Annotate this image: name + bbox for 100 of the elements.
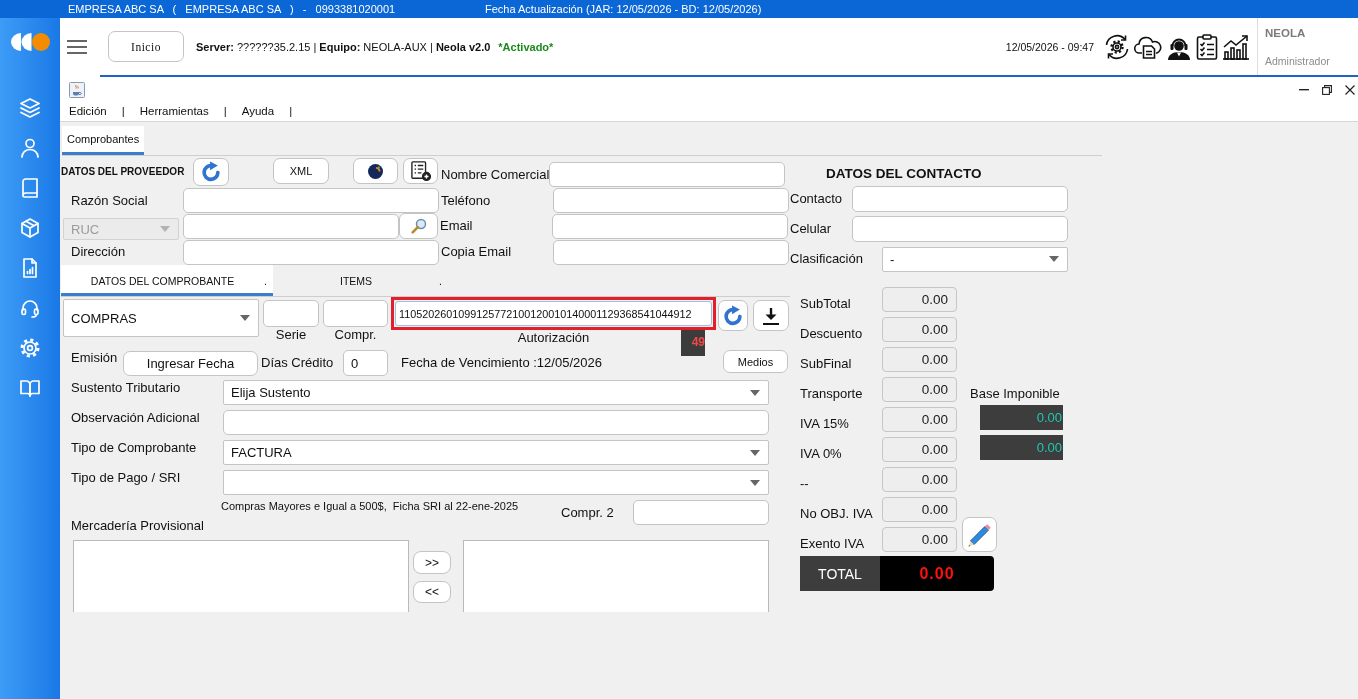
menu-item[interactable]: Edición xyxy=(69,104,107,117)
date-time: 12/05/2026 - 09:47 xyxy=(1005,40,1094,53)
book-icon[interactable] xyxy=(20,178,40,198)
field-label: Clasificación xyxy=(790,251,864,267)
amount-label: SubFinal xyxy=(800,356,853,372)
layers-icon[interactable] xyxy=(20,98,40,118)
amount-label: SubTotal xyxy=(800,296,852,312)
dropdown[interactable]: Elija Sustento xyxy=(223,380,769,405)
copy-email-field[interactable] xyxy=(553,239,789,265)
open-book-icon[interactable] xyxy=(20,378,40,398)
caret-icon xyxy=(1049,256,1059,262)
minimize-icon[interactable] xyxy=(1299,89,1309,91)
cube-icon[interactable] xyxy=(20,218,40,238)
menu-separator: | xyxy=(121,104,125,117)
media-button[interactable]: Medios xyxy=(723,350,788,373)
field-label: Teléfono xyxy=(441,192,492,209)
home-button[interactable]: Inicio xyxy=(108,31,184,62)
logo xyxy=(10,33,50,51)
tab[interactable]: ITEMS . xyxy=(273,265,448,296)
amount-field: 0.00 xyxy=(882,377,957,402)
refresh-icon xyxy=(722,304,744,327)
email-field[interactable] xyxy=(552,213,788,239)
list-add-button[interactable] xyxy=(403,158,438,184)
cloud-document-icon[interactable] xyxy=(1134,34,1162,59)
report-icon[interactable] xyxy=(20,258,40,278)
caret-icon xyxy=(750,389,760,396)
orb-button[interactable] xyxy=(353,158,398,184)
text-field[interactable] xyxy=(223,410,769,435)
edit-button[interactable] xyxy=(962,517,997,552)
amount-label: Exento IVA xyxy=(800,536,866,552)
refresh-button[interactable] xyxy=(718,300,748,331)
amount-field: 0.00 xyxy=(882,437,957,462)
total-amount: 0.00 xyxy=(880,556,994,591)
orb-icon xyxy=(368,163,383,179)
amount-field: 0.00 xyxy=(882,467,957,492)
amount-field: 0.00 xyxy=(980,405,1063,430)
headset-icon[interactable] xyxy=(20,298,40,318)
settings-icon[interactable] xyxy=(1104,33,1130,60)
amount-field: 0.00 xyxy=(882,317,957,342)
trade-name-field[interactable] xyxy=(549,162,786,187)
mobile-field[interactable] xyxy=(852,216,1068,242)
tab[interactable]: DATOS DEL COMPROBANTE . xyxy=(61,265,273,296)
classification-select[interactable]: - xyxy=(882,246,1068,272)
number-field[interactable] xyxy=(323,300,388,327)
character-count: 49 xyxy=(681,330,705,356)
field-label: Días Crédito xyxy=(261,355,335,371)
field-label: Mercadería Provisional xyxy=(71,518,204,534)
move-right-button[interactable]: >> xyxy=(413,551,451,574)
amount-field: 0.00 xyxy=(980,435,1063,460)
field-label: Base Imponible xyxy=(970,386,1061,403)
id-number-field[interactable] xyxy=(183,213,399,239)
list-box[interactable] xyxy=(463,540,769,612)
amount-label: Descuento xyxy=(800,326,864,342)
amount-label: IVA 15% xyxy=(800,416,850,432)
address-field[interactable] xyxy=(183,239,439,265)
section-title: DATOS DEL PROVEEDOR xyxy=(61,165,186,179)
section-title: DATOS DEL CONTACTO xyxy=(826,165,982,182)
contact-field[interactable] xyxy=(852,186,1068,212)
dropdown[interactable]: FACTURA xyxy=(223,440,769,465)
authorization-field[interactable]: 1105202601099125772100120010140001129368541044912 xyxy=(395,301,712,326)
xml-button[interactable]: XML xyxy=(273,158,329,184)
serie-field[interactable] xyxy=(263,300,319,327)
field-label: Razón Social xyxy=(71,192,149,209)
bar-chart-icon[interactable] xyxy=(1222,33,1250,60)
menu-item[interactable]: Herramientas xyxy=(139,104,209,117)
download-icon xyxy=(762,306,780,325)
restore-icon[interactable] xyxy=(1322,85,1332,95)
amount-label: Transporte xyxy=(800,386,864,402)
clipboard-checklist-icon[interactable] xyxy=(1196,33,1218,60)
number-field[interactable] xyxy=(633,500,769,525)
refresh-icon xyxy=(200,161,222,183)
user-icon[interactable] xyxy=(20,138,40,158)
field-label: Contacto xyxy=(790,191,844,207)
menu-icon[interactable] xyxy=(67,39,87,54)
credit-days-field[interactable]: 0 xyxy=(343,350,388,376)
search-button[interactable] xyxy=(399,213,438,239)
note-text: Compras Mayores e Igual a 500$, Ficha SRI al 22-ene-2025 xyxy=(221,500,519,513)
search-icon xyxy=(410,218,427,234)
date-button[interactable]: Ingresar Fecha xyxy=(123,350,258,376)
field-label: Dirección xyxy=(71,244,127,260)
amount-field: 0.00 xyxy=(882,347,957,372)
pencil-icon xyxy=(967,522,992,547)
field-label: Autorización xyxy=(517,330,590,346)
amount-label: IVA 0% xyxy=(800,446,843,462)
download-button[interactable] xyxy=(753,300,789,331)
phone-field[interactable] xyxy=(553,188,789,213)
field-label: Sustento Tributario xyxy=(71,380,182,396)
tab[interactable]: Comprobantes xyxy=(62,126,145,155)
refresh-button[interactable] xyxy=(193,158,229,186)
menu-separator: | xyxy=(289,104,293,117)
field-label: Tipo de Pago / SRI xyxy=(71,470,182,486)
amount-field: 0.00 xyxy=(882,497,957,522)
field-label: Compr. xyxy=(334,327,377,343)
menu-item[interactable]: Ayuda xyxy=(241,104,275,117)
close-icon[interactable] xyxy=(1345,85,1355,95)
move-left-button[interactable]: << xyxy=(413,581,451,603)
company-info: EMPRESA ABC SA ( EMPRESA ABC SA ) - 0993381020001 xyxy=(68,2,397,16)
business-name-field[interactable] xyxy=(183,188,439,213)
amount-field: 0.00 xyxy=(882,287,957,312)
document-type-select[interactable]: COMPRAS xyxy=(63,299,259,337)
